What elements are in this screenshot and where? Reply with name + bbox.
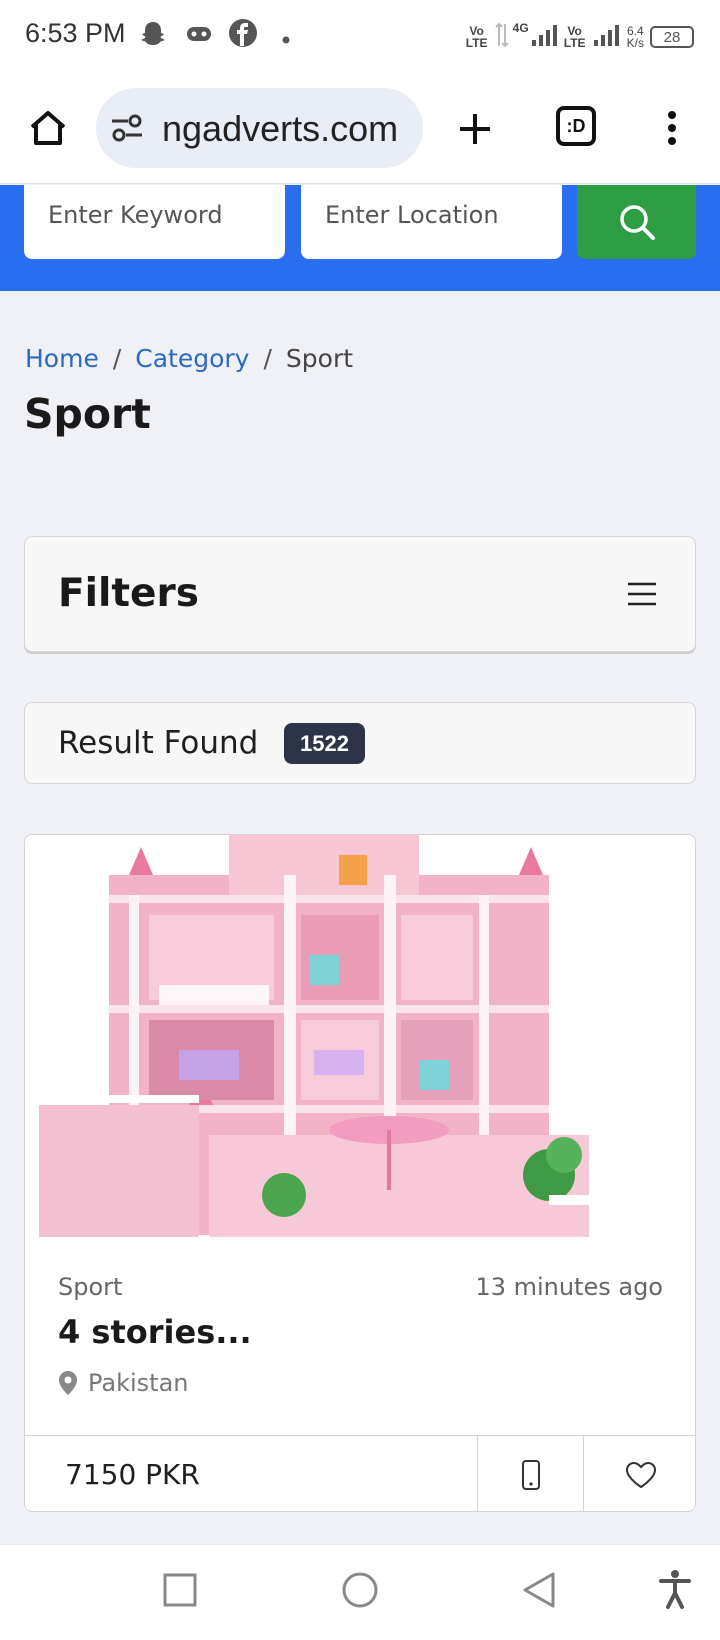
snapchat-icon <box>138 19 168 54</box>
hamburger-menu-icon[interactable] <box>627 581 657 607</box>
data-arrows-icon <box>494 22 509 53</box>
listing-card[interactable]: Sport 13 minutes ago 4 stories... Pakist… <box>24 834 696 1512</box>
location-pin-icon <box>59 1371 77 1395</box>
result-count-bar: Result Found 1522 <box>24 702 696 784</box>
heart-icon <box>625 1461 656 1489</box>
location-placeholder: Enter Location <box>325 201 499 229</box>
breadcrumb-home-link[interactable]: Home <box>25 344 99 373</box>
listing-category: Sport <box>58 1273 123 1301</box>
dot-icon <box>282 31 290 49</box>
tab-switcher-button[interactable]: :D <box>556 106 596 146</box>
home-button[interactable] <box>22 102 74 154</box>
favorite-button[interactable] <box>583 1436 695 1511</box>
filters-title: Filters <box>58 571 199 616</box>
breadcrumb: Home / Category / Sport <box>25 344 353 373</box>
tab-switcher-label: :D <box>566 115 586 136</box>
signal-icon-2 <box>593 22 619 53</box>
overflow-menu-icon <box>668 111 676 145</box>
listing-location-text: Pakistan <box>88 1369 189 1397</box>
status-bar: 6:53 PM Vo LTE 4G Vo LTE 6.4 K/s 28 <box>0 0 720 72</box>
site-settings-icon[interactable] <box>110 112 144 149</box>
network-left-label: Vo LTE <box>465 24 488 50</box>
listing-location: Pakistan <box>58 1369 189 1397</box>
overflow-menu-button[interactable] <box>650 102 694 154</box>
address-bar[interactable]: ngadverts.com <box>96 88 423 168</box>
keyword-placeholder: Enter Keyword <box>48 201 223 229</box>
search-band: Enter Keyword Enter Location <box>0 185 720 291</box>
filters-toggle[interactable]: Filters <box>24 536 696 652</box>
listing-price: 7150 PKR <box>65 1458 200 1491</box>
accessibility-icon[interactable] <box>658 1569 692 1614</box>
battery-level: 28 <box>663 28 681 46</box>
url-text: ngadverts.com <box>162 108 399 149</box>
result-count-badge: 1522 <box>284 723 365 764</box>
search-button[interactable] <box>577 185 696 259</box>
call-button[interactable] <box>477 1436 583 1511</box>
battery-icon: 28 <box>650 26 694 48</box>
recents-square-icon[interactable] <box>163 1573 197 1612</box>
breadcrumb-current: Sport <box>285 344 354 373</box>
home-icon <box>30 111 66 145</box>
listing-footer: 7150 PKR <box>25 1435 695 1511</box>
network-mid-label: 4G <box>512 21 529 35</box>
search-icon <box>619 205 655 240</box>
breadcrumb-separator: / <box>112 344 122 373</box>
listing-time: 13 minutes ago <box>475 1273 663 1301</box>
location-input[interactable]: Enter Location <box>301 185 562 259</box>
pink-dollhouse-image[interactable] <box>39 835 669 1237</box>
new-tab-icon <box>460 114 490 144</box>
result-label: Result Found <box>58 725 259 761</box>
gamepad-icon <box>186 25 212 48</box>
speed-unit: K/s <box>626 36 644 50</box>
breadcrumb-category-link[interactable]: Category <box>135 344 249 373</box>
phone-icon <box>521 1460 540 1490</box>
new-tab-button[interactable] <box>452 106 498 152</box>
breadcrumb-separator: / <box>263 344 272 373</box>
keyword-input[interactable]: Enter Keyword <box>24 185 285 259</box>
network-right-label: Vo LTE <box>563 24 586 50</box>
speed-readout: 6.4 K/s <box>627 25 644 49</box>
system-nav-bar <box>0 1544 720 1640</box>
back-triangle-icon[interactable] <box>522 1571 556 1614</box>
status-right-group: Vo LTE 4G Vo LTE 6.4 K/s 28 <box>463 20 694 54</box>
facebook-icon <box>228 18 258 53</box>
signal-icon-1 <box>531 22 557 53</box>
home-circle-icon[interactable] <box>341 1571 379 1614</box>
browser-toolbar: ngadverts.com :D <box>0 72 720 184</box>
status-time: 6:53 PM <box>25 18 126 48</box>
listing-title[interactable]: 4 stories... <box>58 1313 252 1351</box>
page-title: Sport <box>24 390 151 438</box>
